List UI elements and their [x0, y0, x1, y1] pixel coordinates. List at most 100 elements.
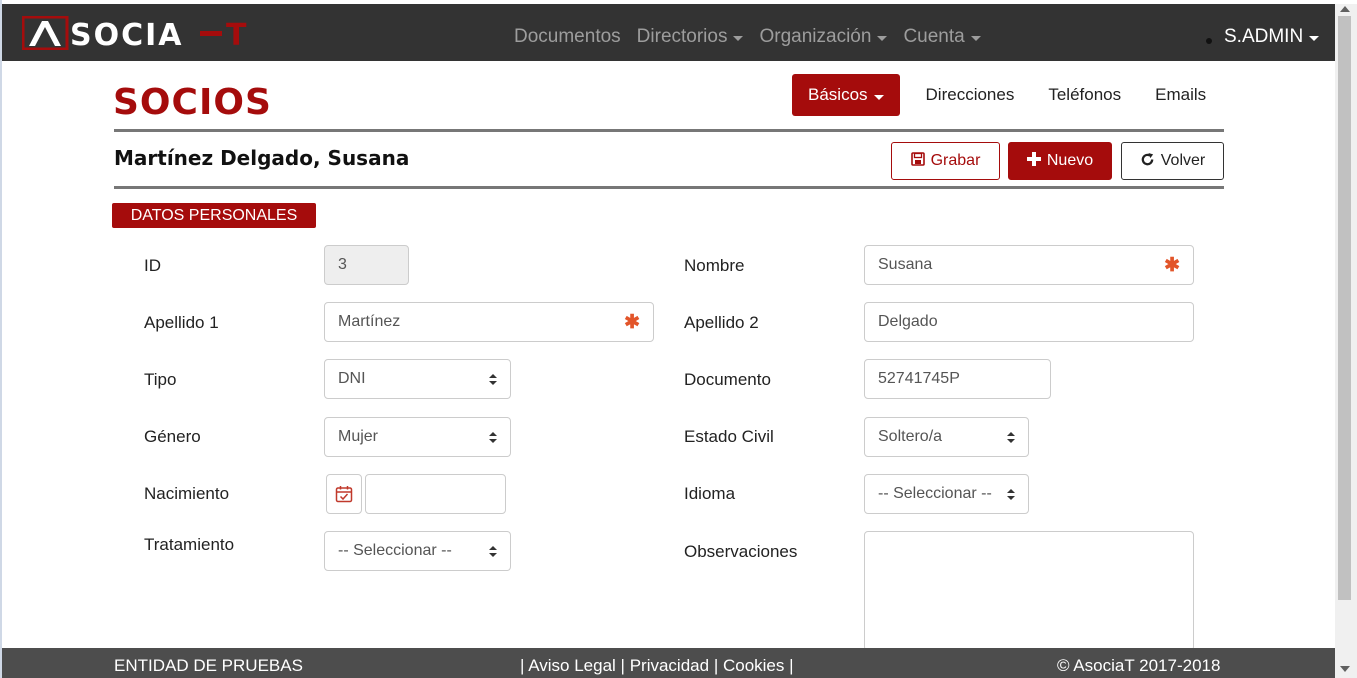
calendar-button[interactable] — [326, 474, 362, 514]
main-menu: Documentos Directorios Organización Cuen… — [514, 26, 997, 48]
tipo-label: Tipo — [144, 370, 177, 389]
apellido1-value: Martínez — [338, 313, 401, 330]
apellido2-input[interactable]: Delgado — [864, 302, 1194, 342]
cookies-link[interactable]: Cookies — [723, 656, 784, 675]
scroll-up-arrow-icon[interactable] — [1340, 6, 1350, 12]
estado-civil-label: Estado Civil — [684, 427, 774, 446]
tab-direcciones[interactable]: Direcciones — [909, 74, 1032, 116]
apellido1-input[interactable]: Martínez ✱ — [324, 302, 654, 342]
new-button-label: Nuevo — [1046, 152, 1094, 169]
genero-value: Mujer — [338, 428, 379, 445]
select-arrows-icon — [489, 546, 497, 558]
footer-separator: | — [520, 656, 525, 675]
caret-down-icon — [970, 35, 981, 41]
documento-input[interactable]: 52741745P — [864, 359, 1051, 399]
floppy-disk-icon — [910, 152, 925, 170]
back-button[interactable]: Volver — [1121, 142, 1224, 180]
footer-separator: | — [713, 656, 719, 675]
privacidad-link[interactable]: Privacidad — [630, 656, 709, 675]
select-arrows-icon — [1007, 432, 1015, 444]
observaciones-label: Observaciones — [684, 542, 798, 561]
nav-documentos-label: Documentos — [514, 26, 621, 47]
nav-organizacion-label: Organización — [759, 26, 872, 47]
nombre-input[interactable]: Susana ✱ — [864, 245, 1194, 285]
svg-text:T: T — [226, 18, 247, 50]
new-button[interactable]: Nuevo — [1008, 142, 1112, 180]
idioma-label: Idioma — [684, 484, 736, 503]
section-heading: DATOS PERSONALES — [112, 203, 316, 228]
caret-down-icon — [873, 95, 884, 100]
brand-logo[interactable]: SOCIA T — [21, 15, 272, 53]
genero-label: Género — [144, 427, 201, 446]
page-footer: ENTIDAD DE PRUEBAS | Aviso Legal | Priva… — [2, 648, 1335, 678]
tratamiento-label: Tratamiento — [144, 535, 235, 554]
save-button-label: Grabar — [930, 152, 981, 169]
tab-basicos-label: Básicos — [808, 85, 868, 104]
scrollbar-thumb[interactable] — [1338, 16, 1351, 600]
caret-down-icon — [877, 35, 888, 41]
select-arrows-icon — [489, 374, 497, 386]
caret-down-icon — [733, 35, 744, 41]
back-button-label: Volver — [1160, 152, 1206, 169]
nacimiento-label: Nacimiento — [144, 484, 230, 503]
bullet-icon — [1206, 38, 1212, 44]
observaciones-textarea[interactable] — [864, 531, 1194, 651]
copyright: © AsociaT 2017-2018 — [1057, 656, 1221, 675]
documento-value: 52741745P — [878, 370, 960, 387]
id-value: 3 — [338, 256, 347, 273]
estado-civil-value: Soltero/a — [878, 428, 943, 445]
required-asterisk-icon: ✱ — [624, 312, 640, 333]
apellido1-label: Apellido 1 — [144, 313, 219, 332]
nav-organizacion[interactable]: Organización — [759, 26, 888, 48]
nav-directorios[interactable]: Directorios — [637, 26, 744, 48]
scroll-down-arrow-icon[interactable] — [1340, 666, 1350, 672]
tab-telefonos[interactable]: Teléfonos — [1031, 74, 1138, 116]
tab-emails[interactable]: Emails — [1138, 74, 1223, 116]
aviso-legal-link[interactable]: Aviso Legal — [528, 656, 616, 675]
entity-name: ENTIDAD DE PRUEBAS — [114, 656, 303, 675]
calendar-icon — [335, 486, 353, 503]
footer-separator: | — [620, 656, 625, 675]
tratamiento-select[interactable]: -- Seleccionar -- — [324, 531, 511, 571]
nav-cuenta[interactable]: Cuenta — [903, 26, 981, 48]
documento-label: Documento — [684, 370, 771, 389]
top-navbar: SOCIA T Documentos Directorios Organizac… — [2, 4, 1335, 61]
tratamiento-value: -- Seleccionar -- — [338, 542, 452, 559]
nombre-label: Nombre — [684, 256, 745, 275]
save-button[interactable]: Grabar — [891, 142, 1000, 180]
nombre-value: Susana — [878, 256, 933, 273]
tab-basicos[interactable]: Básicos — [792, 74, 900, 116]
footer-links: | Aviso Legal | Privacidad | Cookies | — [520, 656, 794, 676]
nav-directorios-label: Directorios — [636, 26, 728, 47]
footer-separator: | — [789, 656, 794, 675]
select-arrows-icon — [1007, 489, 1015, 501]
user-menu[interactable]: S.ADMIN — [1224, 26, 1320, 48]
vertical-scrollbar[interactable] — [1335, 4, 1357, 678]
tipo-select[interactable]: DNI — [324, 359, 511, 399]
estado-civil-select[interactable]: Soltero/a — [864, 417, 1029, 457]
id-field: 3 — [324, 245, 409, 285]
header-divider — [114, 129, 1224, 132]
required-asterisk-icon: ✱ — [1164, 255, 1180, 276]
user-name: S.ADMIN — [1224, 26, 1304, 47]
caret-down-icon — [1309, 35, 1320, 41]
apellido2-label: Apellido 2 — [684, 313, 759, 332]
idioma-select[interactable]: -- Seleccionar -- — [864, 474, 1029, 514]
tipo-value: DNI — [338, 370, 366, 387]
brand-logo-icon: SOCIA T — [21, 15, 247, 53]
refresh-icon — [1140, 152, 1155, 171]
nav-cuenta-label: Cuenta — [903, 26, 965, 47]
svg-text:SOCIA: SOCIA — [70, 18, 184, 50]
id-label: ID — [144, 256, 161, 275]
nav-documentos[interactable]: Documentos — [514, 26, 621, 48]
nacimiento-input[interactable] — [365, 474, 506, 514]
member-name: Martínez Delgado, Susana — [114, 146, 410, 170]
window-left-edge — [0, 0, 2, 678]
toolbar-divider — [114, 186, 1224, 189]
page-title: SOCIOS — [113, 82, 272, 123]
plus-icon — [1026, 152, 1041, 170]
select-arrows-icon — [489, 432, 497, 444]
idioma-value: -- Seleccionar -- — [878, 485, 992, 502]
apellido2-value: Delgado — [878, 313, 938, 330]
genero-select[interactable]: Mujer — [324, 417, 511, 457]
